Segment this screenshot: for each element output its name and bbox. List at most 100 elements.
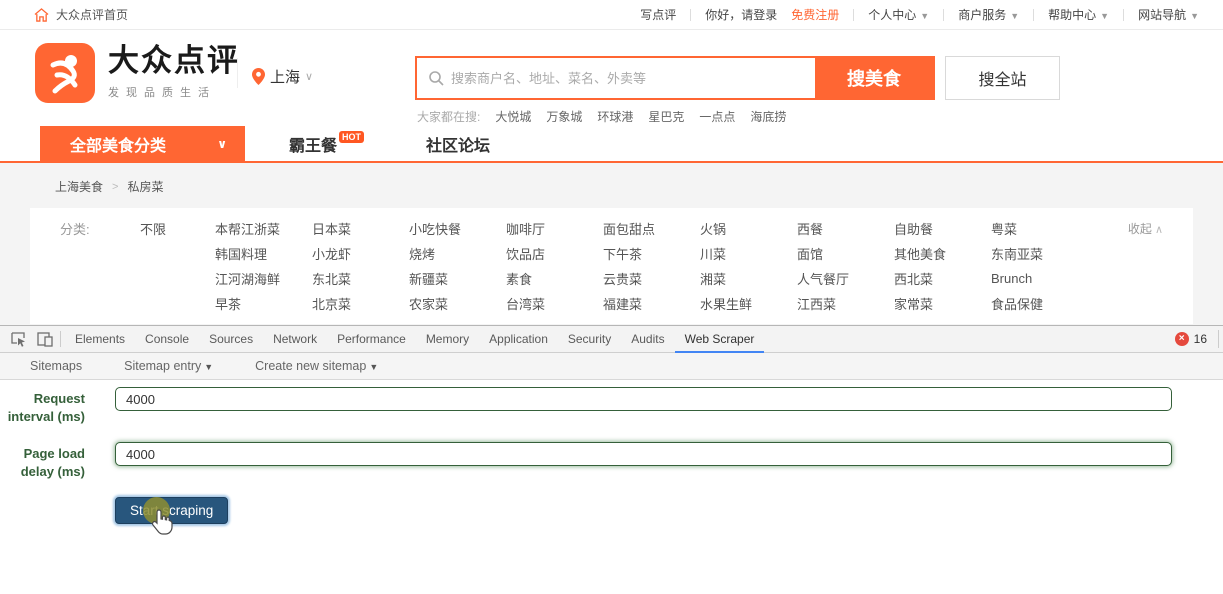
search-all-button[interactable]: 搜全站 — [945, 56, 1060, 100]
category-link[interactable]: 粤菜 — [991, 219, 1088, 238]
category-link[interactable]: 新疆菜 — [409, 269, 506, 288]
start-scraping-button[interactable]: Start scraping — [115, 497, 229, 524]
nav-item-deal[interactable]: 霸王餐 HOT — [289, 126, 365, 161]
hot-search-link[interactable]: 星巴克 — [648, 108, 684, 125]
category-link[interactable]: 烧烤 — [409, 244, 506, 263]
category-link[interactable]: 韩国料理 — [215, 244, 312, 263]
category-link[interactable]: 西北菜 — [894, 269, 991, 288]
menu-merchant-services[interactable]: 商户服务 ▼ — [944, 6, 1033, 23]
inspect-element-icon[interactable] — [6, 327, 32, 351]
page-load-delay-row: Page load delay (ms) — [0, 442, 1223, 481]
hot-search-link[interactable]: 海底捞 — [750, 108, 786, 125]
login-link[interactable]: 你好，请登录 — [691, 6, 791, 23]
tab-network[interactable]: Network — [263, 326, 327, 352]
category-link[interactable]: 火锅 — [700, 219, 797, 238]
category-link[interactable]: 日本菜 — [312, 219, 409, 238]
tab-console[interactable]: Console — [135, 326, 199, 352]
tab-memory[interactable]: Memory — [416, 326, 479, 352]
category-link[interactable]: 下午茶 — [603, 244, 700, 263]
category-link[interactable]: 东北菜 — [312, 269, 409, 288]
category-link[interactable]: 江河湖海鲜 — [215, 269, 312, 288]
category-link[interactable]: 北京菜 — [312, 294, 409, 313]
search-food-button[interactable]: 搜美食 — [815, 58, 933, 98]
hot-search-link[interactable]: 一点点 — [699, 108, 735, 125]
collapse-button[interactable]: 收起 ∧ — [1128, 220, 1163, 237]
hot-search-link[interactable]: 大悦城 — [495, 108, 531, 125]
tab-audits[interactable]: Audits — [621, 326, 674, 352]
category-link[interactable]: 面馆 — [797, 244, 894, 263]
search-area: 搜美食 搜全站 — [415, 56, 1060, 100]
category-link[interactable]: 湘菜 — [700, 269, 797, 288]
menu-help-center[interactable]: 帮助中心 ▼ — [1034, 6, 1123, 23]
hot-search-link[interactable]: 万象城 — [546, 108, 582, 125]
category-link[interactable]: 面包甜点 — [603, 219, 700, 238]
chevron-down-icon: ▼ — [369, 362, 379, 372]
filter-row: 江河湖海鲜 东北菜 新疆菜 素食 云贵菜 湘菜 人气餐厅 西北菜 Brunch — [60, 266, 1163, 291]
tab-elements[interactable]: Elements — [65, 326, 135, 352]
top-utility-bar: 大众点评首页 写点评 你好，请登录 免费注册 个人中心 ▼ 商户服务 ▼ 帮助中心 ▼… — [0, 0, 1223, 30]
chevron-down-icon: ▼ — [1190, 11, 1199, 21]
category-link[interactable]: 素食 — [506, 269, 603, 288]
write-review-link[interactable]: 写点评 — [626, 6, 690, 23]
chevron-down-icon: ▼ — [204, 362, 214, 372]
breadcrumb-item[interactable]: 上海美食 — [55, 178, 103, 195]
city-selector[interactable]: 上海 ∨ — [252, 66, 313, 87]
category-link[interactable]: 小龙虾 — [312, 244, 409, 263]
category-link[interactable]: 云贵菜 — [603, 269, 700, 288]
page-load-delay-input[interactable] — [115, 442, 1172, 466]
category-link[interactable]: 川菜 — [700, 244, 797, 263]
request-interval-input[interactable] — [115, 387, 1172, 411]
category-link[interactable]: 家常菜 — [894, 294, 991, 313]
category-link[interactable]: 食品保健 — [991, 294, 1088, 313]
category-link[interactable]: 水果生鲜 — [700, 294, 797, 313]
filter-row: 早茶 北京菜 农家菜 台湾菜 福建菜 水果生鲜 江西菜 家常菜 食品保健 — [60, 291, 1163, 316]
hot-search-link[interactable]: 环球港 — [597, 108, 633, 125]
error-count[interactable]: 16 — [1194, 332, 1207, 346]
filter-unlimited[interactable]: 不限 — [140, 219, 215, 238]
device-toolbar-icon[interactable] — [32, 327, 58, 351]
category-link[interactable]: 农家菜 — [409, 294, 506, 313]
tab-sources[interactable]: Sources — [199, 326, 263, 352]
category-link[interactable]: 饮品店 — [506, 244, 603, 263]
sitemap-entry-menu[interactable]: Sitemap entry ▼ — [124, 359, 213, 373]
hot-badge: HOT — [339, 130, 365, 143]
category-link[interactable]: 江西菜 — [797, 294, 894, 313]
category-link[interactable]: 其他美食 — [894, 244, 991, 263]
category-link[interactable]: 早茶 — [215, 294, 312, 313]
sitemaps-menu[interactable]: Sitemaps — [30, 359, 82, 373]
category-link[interactable]: 小吃快餐 — [409, 219, 506, 238]
category-link[interactable]: 咖啡厅 — [506, 219, 603, 238]
search-icon — [429, 71, 444, 91]
category-link[interactable]: 福建菜 — [603, 294, 700, 313]
tab-application[interactable]: Application — [479, 326, 558, 352]
register-link[interactable]: 免费注册 — [791, 6, 853, 23]
category-link[interactable]: Brunch — [991, 271, 1088, 286]
error-icon[interactable]: × — [1174, 332, 1189, 346]
category-link[interactable]: 自助餐 — [894, 219, 991, 238]
category-link[interactable]: 西餐 — [797, 219, 894, 238]
category-link[interactable]: 本帮江浙菜 — [215, 219, 312, 238]
menu-site-nav[interactable]: 网站导航 ▼ — [1124, 6, 1199, 23]
category-link[interactable]: 人气餐厅 — [797, 269, 894, 288]
home-link-label: 大众点评首页 — [56, 8, 129, 22]
home-link[interactable]: 大众点评首页 — [34, 6, 128, 23]
tab-web-scraper[interactable]: Web Scraper — [674, 326, 765, 353]
category-link[interactable]: 台湾菜 — [506, 294, 603, 313]
topbar-menu: 写点评 你好，请登录 免费注册 个人中心 ▼ 商户服务 ▼ 帮助中心 ▼ 网站导航 ▼ — [626, 6, 1199, 23]
search-input[interactable] — [417, 58, 815, 98]
brand-name: 大众点评 — [108, 43, 240, 78]
menu-personal-center[interactable]: 个人中心 ▼ — [854, 6, 943, 23]
category-link[interactable]: 东南亚菜 — [991, 244, 1088, 263]
chevron-down-icon: ∨ — [217, 136, 227, 151]
breadcrumb-separator: > — [112, 180, 119, 193]
create-new-sitemap-menu[interactable]: Create new sitemap ▼ — [255, 359, 378, 373]
location-pin-icon — [252, 68, 265, 85]
nav-item-forum[interactable]: 社区论坛 — [426, 126, 490, 161]
dianping-logo[interactable] — [35, 43, 95, 103]
all-food-categories-button[interactable]: 全部美食分类 ∨ — [40, 126, 245, 161]
divider — [60, 331, 61, 347]
breadcrumb-item: 私房菜 — [127, 180, 164, 194]
tab-security[interactable]: Security — [558, 326, 621, 352]
dianping-logo-icon — [50, 55, 78, 94]
tab-performance[interactable]: Performance — [327, 326, 416, 352]
